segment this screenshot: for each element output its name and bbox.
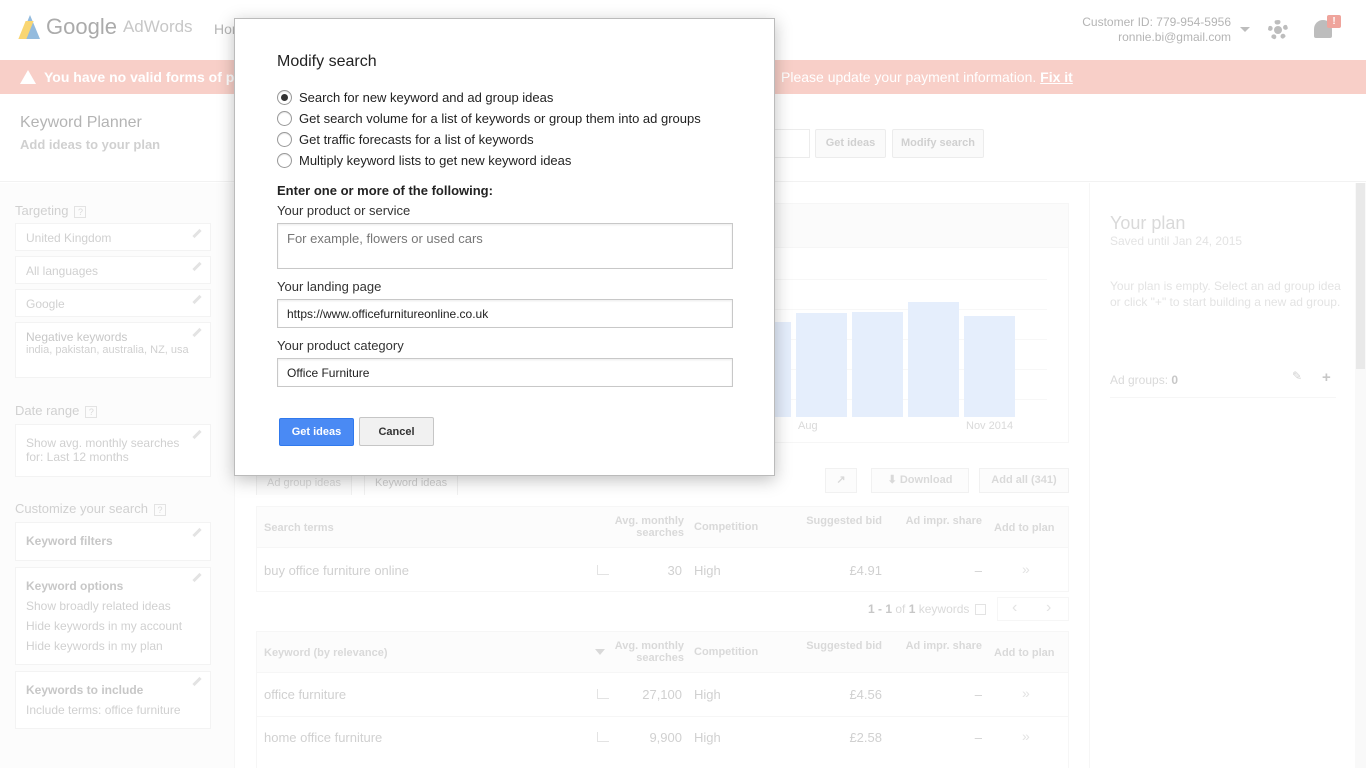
option-search-volume[interactable]: Get search volume for a list of keywords… <box>277 111 701 126</box>
option-new-keyword-ideas[interactable]: Search for new keyword and ad group idea… <box>277 90 553 105</box>
cancel-button[interactable]: Cancel <box>359 417 434 446</box>
product-service-input[interactable] <box>277 223 733 269</box>
option-multiply-lists[interactable]: Multiply keyword lists to get new keywor… <box>277 153 571 168</box>
option-label: Search for new keyword and ad group idea… <box>299 90 554 105</box>
option-traffic-forecasts[interactable]: Get traffic forecasts for a list of keyw… <box>277 132 534 147</box>
landing-page-input[interactable] <box>277 299 733 328</box>
option-label: Multiply keyword lists to get new keywor… <box>299 153 572 168</box>
get-ideas-button[interactable]: Get ideas <box>279 418 354 446</box>
product-category-input[interactable] <box>277 358 733 387</box>
radio-button[interactable] <box>277 132 292 147</box>
option-label: Get traffic forecasts for a list of keyw… <box>299 132 534 147</box>
product-label: Your product or service <box>277 203 411 218</box>
dialog-title: Modify search <box>277 53 377 70</box>
radio-button[interactable] <box>277 153 292 168</box>
modify-search-dialog: Modify search Search for new keyword and… <box>234 18 775 476</box>
landing-page-label: Your landing page <box>277 279 382 294</box>
section-heading: Enter one or more of the following: <box>277 183 493 198</box>
option-label: Get search volume for a list of keywords… <box>299 111 701 126</box>
radio-button[interactable] <box>277 90 292 105</box>
product-category-label: Your product category <box>277 338 404 353</box>
radio-button[interactable] <box>277 111 292 126</box>
